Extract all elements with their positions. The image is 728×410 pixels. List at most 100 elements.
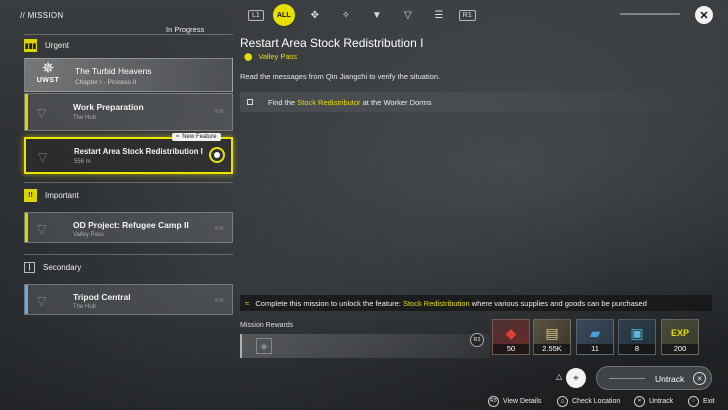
objective-checkbox	[247, 99, 253, 105]
divider	[24, 34, 233, 35]
mission-title: OD Project: Refugee Camp II	[73, 220, 189, 230]
reward-count: 200	[662, 344, 698, 354]
untrack-label: Untrack	[655, 374, 685, 384]
mission-location: The Hub	[73, 115, 97, 121]
category-1-icon[interactable]: ✥	[304, 4, 326, 26]
category-tabs: L1 ALL ✥ ✧ ▼ ▽ ☰ R1	[248, 4, 476, 26]
mission-card-od-project[interactable]: ▽ OD Project: Refugee Camp II Valley Pas…	[24, 212, 233, 243]
mission-emblem-icon: ▽	[37, 106, 47, 120]
footer-hint-untrack[interactable]: ✕ Untrack	[634, 395, 673, 407]
category-4-icon[interactable]: ▽	[397, 4, 419, 26]
reward-count: 2.55K	[534, 344, 570, 354]
divider	[24, 254, 233, 255]
mission-card-tripod-central[interactable]: ▽ Tripod Central The Hub ≋≋	[24, 284, 233, 315]
mission-emblem-icon: ▽	[38, 150, 48, 164]
section-label: Urgent	[45, 41, 70, 50]
hint-label: Untrack	[649, 397, 674, 405]
secondary-icon: |	[24, 262, 35, 273]
reward-item[interactable]: ▤ 2.55K	[533, 319, 571, 355]
category-3-icon[interactable]: ▼	[366, 4, 388, 26]
r3-key-icon: R3	[488, 395, 499, 407]
category-5-icon[interactable]: ☰	[428, 4, 450, 26]
logo-text: UWST	[36, 77, 60, 84]
cross-icon: ✕	[693, 372, 706, 385]
emblem-icon: ✵	[41, 60, 55, 77]
mission-card-work-preparation[interactable]: ▽ Work Preparation The Hub ≋≋	[24, 93, 233, 131]
status-bar	[25, 213, 28, 242]
reward-item[interactable]: EXP 200	[661, 319, 699, 355]
circle-key-icon: ○	[688, 395, 699, 407]
mission-detail-title: Restart Area Stock Redistribution I	[240, 36, 424, 50]
location-label: Valley Pass	[258, 52, 298, 61]
blue-ticket-icon: ▰	[589, 324, 601, 341]
location-pin-icon: ⬤	[244, 52, 253, 61]
new-feature-badge: ≈ New Feature	[172, 133, 221, 141]
mission-title: Work Preparation	[73, 102, 144, 112]
reward-item[interactable]: ◆ 50	[492, 319, 530, 355]
decorative-line	[609, 378, 645, 379]
gold-bars-icon: ▤	[545, 324, 559, 341]
urgent-icon: ▮▮▮	[24, 39, 37, 52]
hint-label: Check Location	[572, 397, 621, 405]
section-urgent: ▮▮▮ Urgent	[24, 39, 69, 52]
hint-label: Exit	[703, 397, 715, 405]
triangle-key-icon: △	[557, 395, 568, 407]
tab-all[interactable]: ALL	[272, 4, 295, 26]
mission-emblem-icon: ▽	[37, 222, 47, 236]
objective-text: Find the Stock Redistributor at the Work…	[268, 97, 432, 107]
decorative-glyph: ≋≋	[213, 109, 224, 115]
exp-icon: EXP	[670, 328, 689, 338]
chapter-subtitle: Chapter I - Process II	[75, 79, 137, 86]
new-feature-icon: ≈	[176, 134, 180, 140]
cube-icon: ◈	[256, 338, 272, 354]
chapter-title: The Turbid Heavens	[75, 66, 152, 76]
mission-location: ⬤ Valley Pass	[244, 52, 297, 61]
unlock-notice: ≈ Complete this mission to unlock the fe…	[240, 295, 712, 311]
category-2-icon[interactable]: ✧	[335, 4, 357, 26]
important-icon: !!	[24, 189, 37, 202]
tracked-icon	[209, 147, 225, 163]
top-bar: // MISSION L1 ALL ✥ ✧ ▼ ▽ ☰ R1 ✕	[0, 0, 728, 32]
footer-hint-exit[interactable]: ○ Exit	[688, 395, 715, 407]
r1-key[interactable]: R1	[458, 9, 476, 21]
mission-distance: 556 m	[74, 159, 91, 165]
untrack-button[interactable]: Untrack ✕	[596, 366, 712, 390]
status-bar	[25, 285, 28, 314]
in-progress-label: In Progress	[166, 25, 205, 34]
red-crystal-icon: ◆	[505, 324, 517, 341]
footer-hint-view-details[interactable]: R3 View Details	[488, 395, 541, 407]
chapter-card[interactable]: ✵ UWST The Turbid Heavens Chapter I - Pr…	[24, 58, 233, 92]
reward-item[interactable]: ▰ 11	[576, 319, 614, 355]
section-label: Secondary	[43, 263, 82, 272]
footer-hint-check-location[interactable]: △ Check Location	[557, 395, 620, 407]
hint-label: View Details	[503, 397, 542, 405]
mission-location: The Hub	[73, 304, 97, 310]
reward-item[interactable]: ▣ 8	[618, 319, 656, 355]
objective-row: Find the Stock Redistributor at the Work…	[240, 92, 710, 112]
decorative-glyph: ≋≋	[213, 298, 224, 304]
section-important: !! Important	[24, 189, 79, 202]
location-pin-icon[interactable]: ⌖	[566, 368, 586, 388]
section-secondary: | Secondary	[24, 262, 81, 273]
section-label: Important	[45, 191, 79, 200]
tech-kit-icon: ▣	[630, 324, 644, 341]
mission-location: Valley Pass	[73, 232, 104, 238]
l1-key[interactable]: L1	[248, 9, 264, 21]
rewards-strip: ◈	[240, 334, 490, 358]
badge-label: New Feature	[182, 134, 217, 140]
mission-card-restart-area[interactable]: ≈ New Feature ▽ Restart Area Stock Redis…	[24, 133, 233, 174]
mission-emblem-icon: ▽	[37, 294, 47, 308]
close-icon[interactable]: ✕	[695, 6, 713, 24]
r3-key[interactable]: R3	[470, 333, 484, 347]
cross-key-icon: ✕	[634, 395, 645, 407]
rewards-label: Mission Rewards	[240, 322, 294, 329]
decorative-glyph: ≋≋	[213, 226, 224, 232]
mission-description: Read the messages from Qin Jiangchi to v…	[240, 72, 441, 81]
decorative-line	[620, 13, 680, 15]
divider	[24, 182, 233, 183]
unlock-text: Complete this mission to unlock the feat…	[255, 298, 647, 308]
reward-count: 8	[619, 344, 655, 354]
reward-count: 50	[493, 344, 529, 354]
mission-title: Tripod Central	[73, 292, 131, 302]
new-feature-icon: ≈	[245, 298, 250, 308]
